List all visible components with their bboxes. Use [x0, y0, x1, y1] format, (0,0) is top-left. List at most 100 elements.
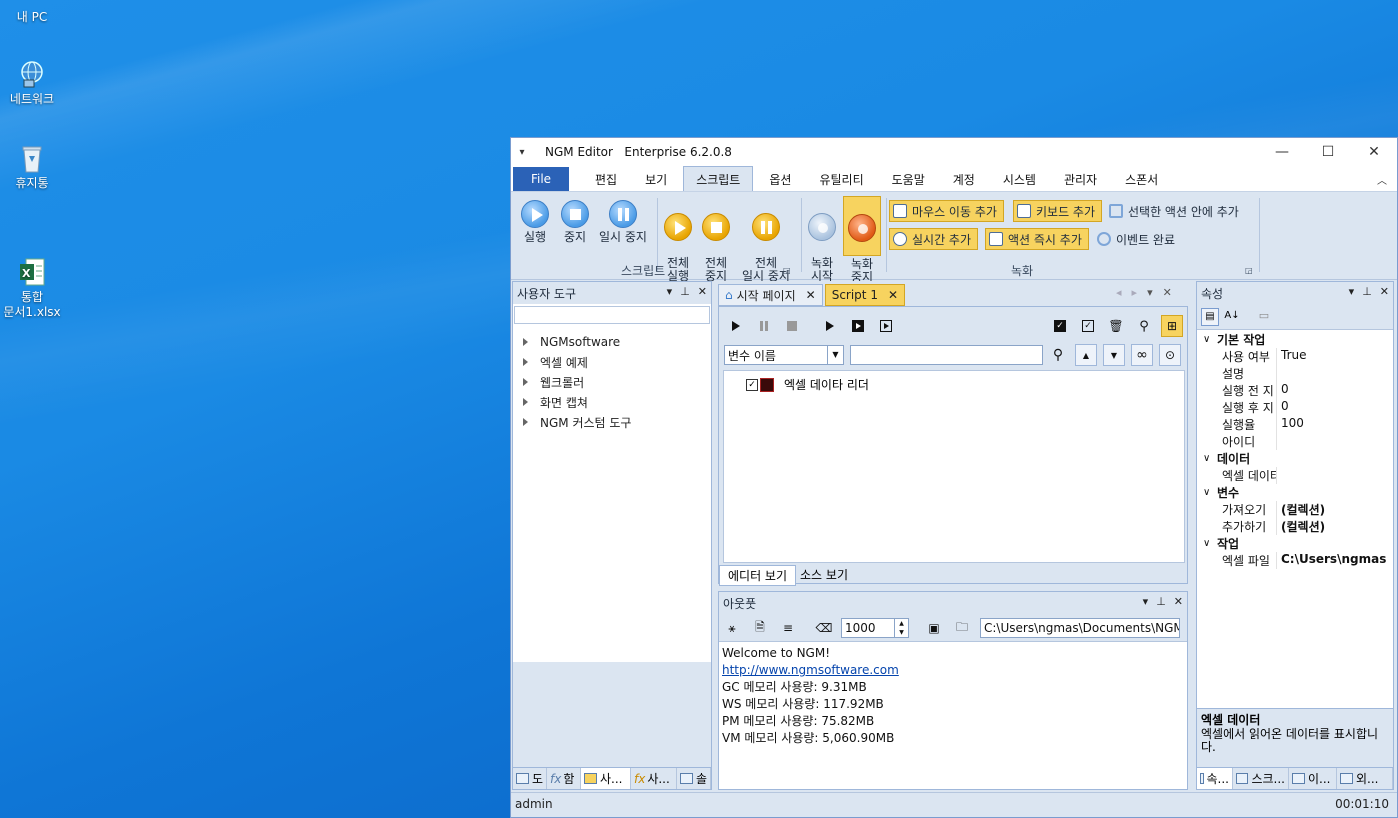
close-tab-icon[interactable]: ✕: [806, 288, 816, 302]
user-tools-search-input[interactable]: [514, 306, 710, 324]
prop-value[interactable]: (컬렉션): [1277, 518, 1325, 535]
add-realtime-button[interactable]: 실시간 추가: [889, 228, 979, 250]
prop-value[interactable]: 0: [1277, 399, 1289, 416]
maximize-button[interactable]: ☐: [1305, 138, 1351, 166]
prop-row[interactable]: 실행 전 지0: [1197, 382, 1393, 399]
group-dialog-launcher-icon[interactable]: ◲: [783, 266, 791, 275]
menu-tab-view[interactable]: 보기: [633, 167, 679, 191]
tab-scroll-right-icon[interactable]: ▸: [1132, 286, 1138, 299]
spin-icon[interactable]: ▲ ▼: [894, 619, 908, 637]
desktop-icon-excel-file[interactable]: X 통합 문서1.xlsx: [0, 226, 64, 320]
step-button[interactable]: [819, 315, 841, 337]
bottom-tab-user-functions[interactable]: fx 사...: [631, 768, 677, 789]
prop-row[interactable]: 엑셀 파일 C:\Users\ngmas: [1197, 552, 1393, 569]
bottom-tab-tools[interactable]: 도: [513, 768, 547, 789]
prop-row[interactable]: 실행 후 지0: [1197, 399, 1393, 416]
add-mouse-move-button[interactable]: 마우스 이동 추가: [889, 200, 1004, 222]
stop-button[interactable]: 중지: [555, 200, 595, 244]
dropdown-icon[interactable]: ▾: [1349, 285, 1355, 298]
bottom-tab-external-api[interactable]: 외...: [1337, 768, 1393, 789]
record-stop-button[interactable]: 녹화 중지: [843, 196, 881, 284]
menu-tab-account[interactable]: 계정: [941, 167, 987, 191]
pause-script-button[interactable]: [753, 315, 775, 337]
stop-script-button[interactable]: [781, 315, 803, 337]
loop-button[interactable]: ∞: [1131, 344, 1153, 366]
bottom-tab-properties[interactable]: 속...: [1197, 768, 1233, 789]
check-button[interactable]: ✓: [1077, 315, 1099, 337]
close-icon[interactable]: ✕: [1174, 595, 1183, 608]
desktop-icon-my-pc[interactable]: 내 PC: [0, 0, 64, 25]
prop-value[interactable]: [1277, 467, 1281, 484]
close-icon[interactable]: ✕: [698, 285, 707, 298]
variable-value-input[interactable]: [850, 345, 1043, 365]
node-checkbox[interactable]: ✓: [746, 378, 758, 391]
variable-name-select[interactable]: 변수 이름 ▼: [724, 345, 844, 365]
tab-list-icon[interactable]: ▾: [1147, 286, 1153, 299]
tree-item-screen-capture[interactable]: 화면 캡쳐: [513, 392, 711, 412]
prop-value[interactable]: 100: [1277, 416, 1304, 433]
file-menu[interactable]: File: [513, 167, 569, 191]
bottom-tab-image[interactable]: 이...: [1289, 768, 1337, 789]
tab-script-1[interactable]: Script 1 ✕: [824, 284, 906, 306]
menu-tab-edit[interactable]: 편집: [583, 167, 629, 191]
collapse-ribbon-icon[interactable]: ︿: [1377, 172, 1387, 187]
open-folder-button[interactable]: 🗀: [951, 617, 973, 639]
categorized-icon[interactable]: ▤: [1201, 307, 1219, 326]
menu-tab-options[interactable]: 옵션: [757, 167, 803, 191]
run-script-button[interactable]: [725, 315, 747, 337]
run-all-button[interactable]: 전체 실행: [661, 200, 695, 283]
tree-item-web-crawler[interactable]: 웹크롤러: [513, 372, 711, 392]
prop-value[interactable]: [1277, 365, 1281, 382]
desktop-icon-network[interactable]: 네트워크: [0, 58, 64, 107]
expand-arrow-icon[interactable]: [523, 378, 528, 386]
prop-value[interactable]: C:\Users\ngmas: [1277, 552, 1386, 569]
max-lines-stepper[interactable]: 1000 ▲ ▼: [841, 618, 909, 638]
prop-category-data[interactable]: ∨ 데이터: [1197, 450, 1393, 467]
tab-scroll-left-icon[interactable]: ◂: [1116, 286, 1122, 299]
add-in-selected-action-button[interactable]: 선택한 액션 안에 추가: [1109, 200, 1239, 222]
expand-arrow-icon[interactable]: [523, 398, 528, 406]
close-icon[interactable]: ✕: [1163, 286, 1172, 299]
stop-all-button[interactable]: 전체 중지: [699, 200, 733, 283]
desktop-icon-recycle-bin[interactable]: 휴지통: [0, 142, 64, 191]
minimize-button[interactable]: —: [1259, 138, 1305, 166]
close-button[interactable]: ✕: [1351, 138, 1397, 166]
expand-arrow-icon[interactable]: [523, 418, 528, 426]
delete-button[interactable]: 🗑: [1105, 315, 1127, 337]
tree-item-ngmsoftware[interactable]: NGMsoftware: [513, 332, 711, 352]
tree-item-excel-examples[interactable]: 엑셀 예제: [513, 352, 711, 372]
menu-tab-help[interactable]: 도움말: [880, 167, 937, 191]
quick-access-icon[interactable]: ▾: [511, 147, 533, 158]
chevron-down-icon[interactable]: ▼: [827, 346, 843, 364]
prop-value[interactable]: [1277, 433, 1281, 450]
tab-source-view[interactable]: 소스 보기: [796, 565, 852, 586]
property-pages-icon[interactable]: ▭: [1255, 308, 1273, 326]
tab-editor-view[interactable]: 에디터 보기: [719, 565, 797, 586]
menu-tab-utility[interactable]: 유틸리티: [807, 167, 875, 191]
prop-row[interactable]: 실행율 100: [1197, 416, 1393, 433]
group-dialog-launcher-icon[interactable]: ◲: [1245, 266, 1253, 275]
tab-start-page[interactable]: ⌂ 시작 페이지 ✕: [718, 284, 823, 306]
run-selected-button[interactable]: [847, 315, 869, 337]
clear-button[interactable]: ⌫: [813, 617, 835, 639]
pin-icon[interactable]: ⊥: [680, 285, 690, 298]
prop-value[interactable]: 0: [1277, 382, 1289, 399]
more-button[interactable]: ⊙: [1159, 344, 1181, 366]
move-up-button[interactable]: ▲: [1075, 344, 1097, 366]
menu-tab-admin[interactable]: 관리자: [1052, 167, 1109, 191]
prop-row[interactable]: 아이디: [1197, 433, 1393, 450]
add-keyboard-button[interactable]: 키보드 추가: [1013, 200, 1103, 222]
find-button[interactable]: ⚲: [1133, 315, 1155, 337]
pause-button[interactable]: 일시 중지: [595, 200, 651, 244]
clean-output-button[interactable]: ⚹: [721, 617, 743, 639]
prop-row[interactable]: 엑셀 데이터: [1197, 467, 1393, 484]
save-log-button[interactable]: ▣: [923, 617, 945, 639]
add-action-now-button[interactable]: 액션 즉시 추가: [985, 228, 1089, 250]
dropdown-icon[interactable]: ▾: [1143, 595, 1149, 608]
prop-category-variables[interactable]: ∨ 변수: [1197, 484, 1393, 501]
bottom-tab-script[interactable]: 스크...: [1233, 768, 1289, 789]
bottom-tab-solutions[interactable]: 솔: [677, 768, 711, 789]
script-node-excel-reader[interactable]: ✓ 엑셀 데이타 리더: [746, 376, 869, 393]
expand-arrow-icon[interactable]: [523, 358, 528, 366]
prop-row[interactable]: 사용 여부 True: [1197, 348, 1393, 365]
